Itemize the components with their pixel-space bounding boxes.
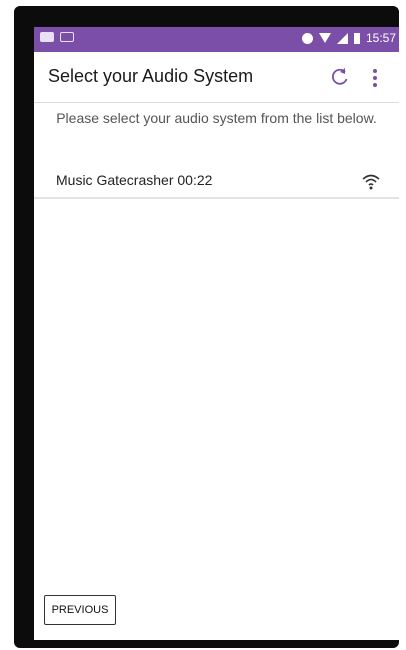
more-options-icon[interactable] [372,67,378,89]
previous-button[interactable]: PREVIOUS [44,595,116,625]
page-title: Select your Audio System [48,66,254,86]
status-time: 15:57 [365,31,396,45]
battery-icon [353,32,360,44]
notification-icon [40,32,54,42]
app-bar: Select your Audio System [34,52,399,103]
alarm-icon [301,32,313,44]
screen: 15:57 Select your Audio System Please se… [34,27,399,640]
list-item[interactable]: Music Gatecrasher 00:22 [34,167,399,199]
status-bar: 15:57 [34,27,399,52]
audio-system-name: Music Gatecrasher 00:22 [56,172,213,188]
wifi-status-icon [318,33,331,43]
refresh-icon[interactable] [330,67,350,87]
wifi-icon [362,174,380,190]
signal-icon [336,32,348,44]
mail-icon [60,32,74,42]
content-area: Please select your audio system from the… [34,103,399,640]
instructions-text: Please select your audio system from the… [56,110,377,126]
